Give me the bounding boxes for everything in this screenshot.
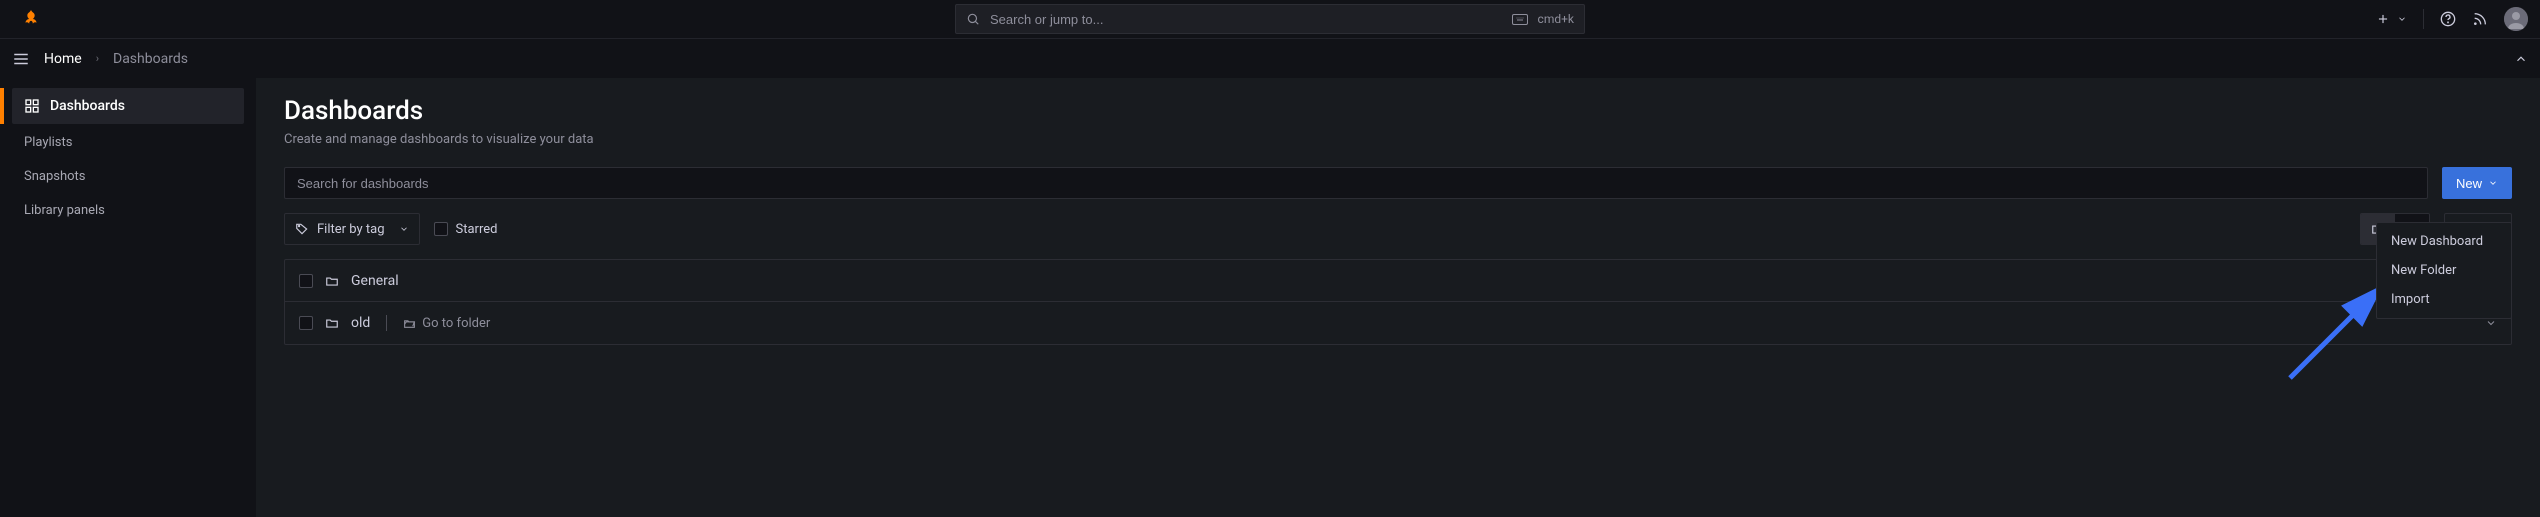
folder-list: General old Go to folder — [284, 259, 2512, 345]
folder-icon — [325, 316, 339, 330]
sidebar-item-label: Library panels — [24, 203, 105, 218]
search-icon — [966, 12, 980, 26]
menu-item-import[interactable]: Import — [2377, 285, 2511, 314]
menu-item-new-folder[interactable]: New Folder — [2377, 256, 2511, 285]
filter-by-tag[interactable]: Filter by tag — [284, 213, 420, 245]
divider — [386, 315, 387, 331]
sidebar-item-label: Dashboards — [50, 98, 125, 114]
add-button[interactable] — [2375, 11, 2391, 27]
folder-name[interactable]: General — [351, 273, 399, 289]
shortcut-hint: cmd+k — [1538, 12, 1574, 26]
grafana-logo-icon[interactable] — [20, 8, 42, 30]
menu-toggle-icon[interactable] — [12, 50, 30, 68]
folder-name[interactable]: old — [351, 315, 370, 331]
sidebar: Dashboards Playlists Snapshots Library p… — [0, 78, 256, 517]
folder-row: old Go to folder — [285, 302, 2511, 344]
menu-item-new-dashboard[interactable]: New Dashboard — [2377, 227, 2511, 256]
sidebar-item-library-panels[interactable]: Library panels — [12, 194, 244, 226]
collapse-icon[interactable] — [2514, 52, 2528, 66]
main-content: Dashboards Create and manage dashboards … — [256, 78, 2540, 517]
dashboard-search-input[interactable] — [284, 167, 2428, 199]
go-to-folder-label: Go to folder — [422, 316, 490, 331]
row-checkbox[interactable] — [299, 274, 313, 288]
global-search-input[interactable] — [990, 12, 1502, 27]
chevron-right-icon: › — [96, 52, 99, 65]
filter-tag-label: Filter by tag — [317, 222, 385, 237]
page-title: Dashboards — [284, 96, 2512, 126]
breadcrumb-current: Dashboards — [113, 51, 188, 67]
new-button[interactable]: New — [2442, 167, 2512, 199]
page-subtitle: Create and manage dashboards to visualiz… — [284, 132, 2512, 147]
dashboard-icon — [24, 98, 40, 114]
chevron-down-icon — [399, 224, 409, 234]
global-search[interactable]: cmd+k — [955, 4, 1585, 34]
sidebar-item-label: Playlists — [24, 135, 72, 150]
sidebar-item-label: Snapshots — [24, 169, 86, 184]
divider — [2423, 9, 2424, 29]
breadcrumb-home[interactable]: Home — [44, 51, 82, 67]
sidebar-item-dashboards[interactable]: Dashboards — [12, 88, 244, 124]
keyboard-icon — [1512, 14, 1528, 25]
starred-label: Starred — [456, 222, 498, 237]
starred-checkbox[interactable] — [434, 222, 448, 236]
row-checkbox[interactable] — [299, 316, 313, 330]
new-button-label: New — [2456, 176, 2482, 191]
folder-row: General — [285, 260, 2511, 302]
folder-icon — [325, 274, 339, 288]
breadcrumb-bar: Home › Dashboards — [0, 38, 2540, 78]
chevron-down-icon[interactable] — [2397, 14, 2407, 24]
new-dropdown-menu: New Dashboard New Folder Import — [2376, 222, 2512, 319]
sidebar-item-snapshots[interactable]: Snapshots — [12, 160, 244, 192]
go-to-folder-link[interactable]: Go to folder — [403, 316, 490, 331]
chevron-down-icon — [2488, 178, 2498, 188]
help-icon[interactable] — [2440, 11, 2456, 27]
avatar[interactable] — [2504, 7, 2528, 31]
tag-icon — [295, 222, 309, 236]
sidebar-item-playlists[interactable]: Playlists — [12, 126, 244, 158]
top-bar: cmd+k — [0, 0, 2540, 38]
folder-open-icon — [403, 317, 416, 330]
news-icon[interactable] — [2472, 11, 2488, 27]
